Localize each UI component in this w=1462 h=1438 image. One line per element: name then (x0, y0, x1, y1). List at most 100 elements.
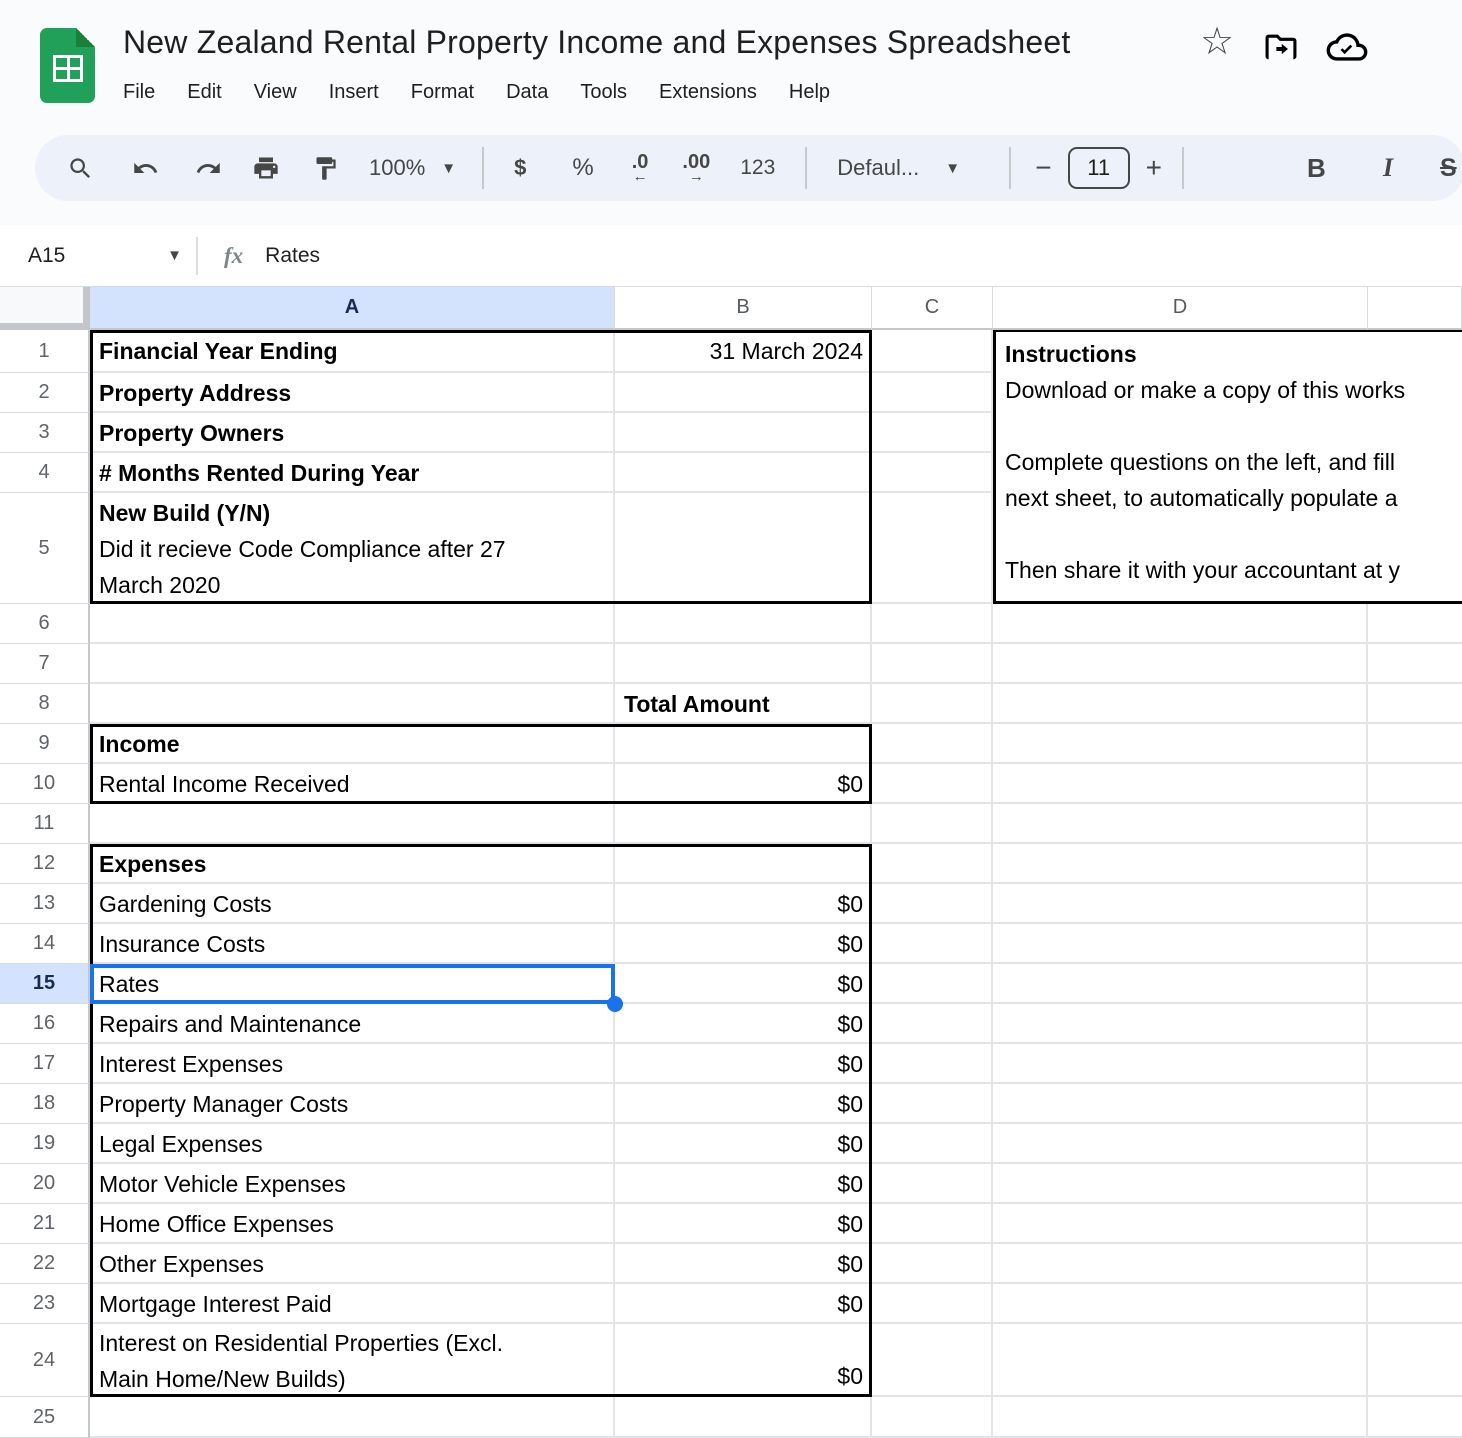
cell-A21[interactable]: Home Office Expenses (90, 1204, 615, 1244)
row-header-19[interactable]: 19 (0, 1124, 90, 1164)
cell-A2[interactable]: Property Address (90, 373, 615, 413)
print-icon[interactable] (252, 154, 280, 182)
cell-B17[interactable]: $0 (615, 1044, 872, 1084)
cell-B1[interactable]: 31 March 2024 (615, 330, 872, 373)
row-header-8[interactable]: 8 (0, 684, 90, 724)
more-formats-button[interactable]: 123 (740, 156, 775, 180)
row-header-17[interactable]: 17 (0, 1044, 90, 1084)
column-header-C[interactable]: C (872, 287, 993, 330)
row-header-24[interactable]: 24 (0, 1324, 90, 1397)
undo-icon[interactable] (132, 155, 159, 182)
move-to-folder-icon[interactable] (1262, 30, 1300, 64)
cell-A5[interactable]: New Build (Y/N)Did it recieve Code Compl… (90, 493, 615, 604)
format-currency-button[interactable]: $ (514, 155, 526, 181)
cell-A14[interactable]: Insurance Costs (90, 924, 615, 964)
strikethrough-button[interactable]: S (1440, 135, 1457, 201)
row-header-23[interactable]: 23 (0, 1284, 90, 1324)
cloud-saved-icon[interactable] (1326, 30, 1368, 64)
cell-A22[interactable]: Other Expenses (90, 1244, 615, 1284)
name-box[interactable]: A15 ▼ (28, 244, 182, 268)
cell-A12[interactable]: Expenses (90, 844, 615, 884)
row-header-20[interactable]: 20 (0, 1164, 90, 1204)
row-header-5[interactable]: 5 (0, 493, 90, 604)
menu-format[interactable]: Format (395, 74, 490, 110)
paint-format-icon[interactable] (312, 155, 339, 182)
increase-font-size-button[interactable]: + (1146, 152, 1162, 184)
fill-handle[interactable] (607, 996, 623, 1012)
row-header-15[interactable]: 15 (0, 964, 90, 1004)
cell-B18[interactable]: $0 (615, 1084, 872, 1124)
row-header-9[interactable]: 9 (0, 724, 90, 764)
font-family-select[interactable]: Defaul... ▼ (837, 155, 985, 181)
cell-B13[interactable]: $0 (615, 884, 872, 924)
row-header-3[interactable]: 3 (0, 413, 90, 453)
row-header-14[interactable]: 14 (0, 924, 90, 964)
cell-B24[interactable]: $0 (615, 1324, 872, 1397)
cell-A17[interactable]: Interest Expenses (90, 1044, 615, 1084)
row-header-10[interactable]: 10 (0, 764, 90, 804)
cell-A3[interactable]: Property Owners (90, 413, 615, 453)
cell-A13[interactable]: Gardening Costs (90, 884, 615, 924)
cell-B16[interactable]: $0 (615, 1004, 872, 1044)
increase-decimal-button[interactable]: .00 → (682, 152, 710, 184)
cell-B22[interactable]: $0 (615, 1244, 872, 1284)
cell-A9[interactable]: Income (90, 724, 615, 764)
search-icon[interactable] (67, 155, 94, 182)
cell-A23[interactable]: Mortgage Interest Paid (90, 1284, 615, 1324)
row-header-4[interactable]: 4 (0, 453, 90, 493)
menu-view[interactable]: View (238, 74, 313, 110)
cell-B23[interactable]: $0 (615, 1284, 872, 1324)
formula-input[interactable]: Rates (265, 244, 320, 268)
google-sheets-logo-icon[interactable] (40, 28, 95, 103)
row-header-13[interactable]: 13 (0, 884, 90, 924)
column-header-D[interactable]: D (993, 287, 1368, 330)
cell-B8[interactable]: Total Amount (615, 684, 872, 724)
font-size-input[interactable]: 11 (1068, 147, 1130, 189)
decrease-decimal-button[interactable]: .0 ← (632, 152, 649, 184)
row-header-6[interactable]: 6 (0, 604, 90, 644)
menu-data[interactable]: Data (490, 74, 564, 110)
cell-A15[interactable]: Rates (90, 964, 615, 1004)
row-header-18[interactable]: 18 (0, 1084, 90, 1124)
cell-A1[interactable]: Financial Year Ending (90, 330, 615, 373)
cell-B20[interactable]: $0 (615, 1164, 872, 1204)
star-icon[interactable]: ☆ (1200, 22, 1234, 62)
cell-B21[interactable]: $0 (615, 1204, 872, 1244)
menu-extensions[interactable]: Extensions (643, 74, 773, 110)
row-header-12[interactable]: 12 (0, 844, 90, 884)
row-header-16[interactable]: 16 (0, 1004, 90, 1044)
cell-A20[interactable]: Motor Vehicle Expenses (90, 1164, 615, 1204)
cell-A24[interactable]: Interest on Residential Properties (Excl… (90, 1324, 615, 1397)
column-header-partial[interactable] (1368, 287, 1462, 330)
cell-B10[interactable]: $0 (615, 764, 872, 804)
row-header-2[interactable]: 2 (0, 373, 90, 413)
row-header-1[interactable]: 1 (0, 330, 90, 373)
column-header-A[interactable]: A (90, 287, 615, 330)
format-percent-button[interactable]: % (572, 154, 593, 182)
zoom-select[interactable]: 100% ▼ (369, 155, 456, 181)
row-header-25[interactable]: 25 (0, 1397, 90, 1438)
row-header-11[interactable]: 11 (0, 804, 90, 844)
document-title[interactable]: New Zealand Rental Property Income and E… (123, 24, 1070, 61)
row-header-21[interactable]: 21 (0, 1204, 90, 1244)
bold-button[interactable]: B (1307, 135, 1326, 201)
cell-A4[interactable]: # Months Rented During Year (90, 453, 615, 493)
column-header-B[interactable]: B (615, 287, 872, 330)
row-header-22[interactable]: 22 (0, 1244, 90, 1284)
cell-B15[interactable]: $0 (615, 964, 872, 1004)
cell-A16[interactable]: Repairs and Maintenance (90, 1004, 615, 1044)
menu-help[interactable]: Help (773, 74, 846, 110)
cell-A10[interactable]: Rental Income Received (90, 764, 615, 804)
redo-icon[interactable] (195, 155, 222, 182)
select-all-corner[interactable] (0, 287, 90, 330)
cell-B14[interactable]: $0 (615, 924, 872, 964)
decrease-font-size-button[interactable]: − (1035, 152, 1051, 184)
menu-insert[interactable]: Insert (313, 74, 395, 110)
menu-file[interactable]: File (107, 74, 171, 110)
cell-B19[interactable]: $0 (615, 1124, 872, 1164)
row-header-7[interactable]: 7 (0, 644, 90, 684)
menu-tools[interactable]: Tools (564, 74, 643, 110)
cell-A19[interactable]: Legal Expenses (90, 1124, 615, 1164)
menu-edit[interactable]: Edit (171, 74, 237, 110)
italic-button[interactable]: I (1383, 135, 1393, 201)
